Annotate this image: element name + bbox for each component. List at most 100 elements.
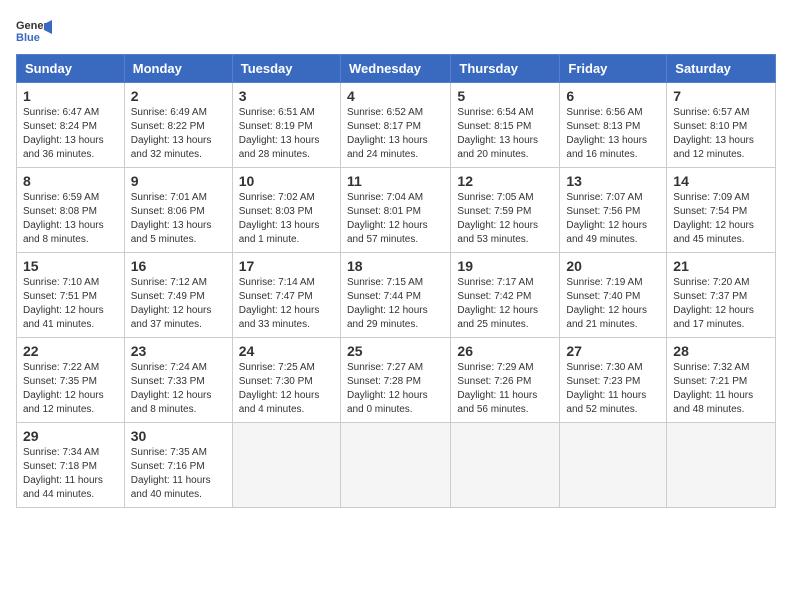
day-number: 15 (23, 258, 118, 274)
day-number: 5 (457, 88, 553, 104)
day-cell: 3Sunrise: 6:51 AM Sunset: 8:19 PM Daylig… (232, 83, 340, 168)
day-number: 28 (673, 343, 769, 359)
day-cell: 1 Sunrise: 6:47 AM Sunset: 8:24 PM Daylig… (17, 83, 125, 168)
day-number: 6 (566, 88, 660, 104)
day-info: Sunrise: 7:14 AM Sunset: 7:47 PM Dayligh… (239, 276, 334, 332)
logo: General Blue (16, 16, 52, 44)
day-cell: 22 Sunrise: 7:22 AM Sunset: 7:35 PM Dayli… (17, 338, 125, 423)
day-cell: 27 Sunrise: 7:30 AM Sunset: 7:23 PM Dayli… (560, 338, 667, 423)
day-info: Sunrise: 7:19 AM Sunset: 7:40 PM Dayligh… (566, 276, 660, 332)
day-info: Sunrise: 7:20 AM Sunset: 7:37 PM Dayligh… (673, 276, 769, 332)
day-info: Sunrise: 6:56 AM Sunset: 8:13 PM Dayligh… (566, 106, 660, 162)
day-cell: 16 Sunrise: 7:12 AM Sunset: 7:49 PM Dayli… (124, 253, 232, 338)
day-cell: 10Sunrise: 7:02 AM Sunset: 8:03 PM Dayli… (232, 168, 340, 253)
col-header-tuesday: Tuesday (232, 55, 340, 83)
day-cell: 24 Sunrise: 7:25 AM Sunset: 7:30 PM Dayli… (232, 338, 340, 423)
day-cell (451, 423, 560, 508)
day-cell: 12 Sunrise: 7:05 AM Sunset: 7:59 PM Dayli… (451, 168, 560, 253)
day-cell: 17 Sunrise: 7:14 AM Sunset: 7:47 PM Dayli… (232, 253, 340, 338)
week-row-1: 1 Sunrise: 6:47 AM Sunset: 8:24 PM Daylig… (17, 83, 776, 168)
col-header-wednesday: Wednesday (340, 55, 450, 83)
day-info: Sunrise: 6:49 AM Sunset: 8:22 PM Dayligh… (131, 106, 226, 162)
day-info: Sunrise: 7:30 AM Sunset: 7:23 PM Dayligh… (566, 361, 660, 417)
col-header-saturday: Saturday (667, 55, 776, 83)
day-info: Sunrise: 6:59 AM Sunset: 8:08 PM Dayligh… (23, 191, 118, 247)
col-header-friday: Friday (560, 55, 667, 83)
day-info: Sunrise: 6:57 AM Sunset: 8:10 PM Dayligh… (673, 106, 769, 162)
day-number: 3 (239, 88, 334, 104)
day-number: 22 (23, 343, 118, 359)
day-info: Sunrise: 7:02 AM Sunset: 8:03 PM Dayligh… (239, 191, 334, 247)
day-info: Sunrise: 7:35 AM Sunset: 7:16 PM Dayligh… (131, 446, 226, 502)
day-info: Sunrise: 7:15 AM Sunset: 7:44 PM Dayligh… (347, 276, 444, 332)
day-number: 11 (347, 173, 444, 189)
day-info: Sunrise: 7:04 AM Sunset: 8:01 PM Dayligh… (347, 191, 444, 247)
day-number: 19 (457, 258, 553, 274)
day-number: 14 (673, 173, 769, 189)
week-row-3: 15 Sunrise: 7:10 AM Sunset: 7:51 PM Dayli… (17, 253, 776, 338)
calendar-table: SundayMondayTuesdayWednesdayThursdayFrid… (16, 54, 776, 508)
day-cell: 2 Sunrise: 6:49 AM Sunset: 8:22 PM Daylig… (124, 83, 232, 168)
day-number: 8 (23, 173, 118, 189)
day-number: 18 (347, 258, 444, 274)
day-cell: 25 Sunrise: 7:27 AM Sunset: 7:28 PM Dayli… (340, 338, 450, 423)
day-cell: 30 Sunrise: 7:35 AM Sunset: 7:16 PM Dayli… (124, 423, 232, 508)
day-number: 17 (239, 258, 334, 274)
day-info: Sunrise: 7:07 AM Sunset: 7:56 PM Dayligh… (566, 191, 660, 247)
day-number: 25 (347, 343, 444, 359)
day-cell: 4 Sunrise: 6:52 AM Sunset: 8:17 PM Daylig… (340, 83, 450, 168)
day-number: 9 (131, 173, 226, 189)
day-number: 13 (566, 173, 660, 189)
day-info: Sunrise: 7:10 AM Sunset: 7:51 PM Dayligh… (23, 276, 118, 332)
day-cell: 5 Sunrise: 6:54 AM Sunset: 8:15 PM Daylig… (451, 83, 560, 168)
day-number: 12 (457, 173, 553, 189)
day-info: Sunrise: 7:24 AM Sunset: 7:33 PM Dayligh… (131, 361, 226, 417)
day-info: Sunrise: 7:25 AM Sunset: 7:30 PM Dayligh… (239, 361, 334, 417)
day-cell (340, 423, 450, 508)
logo-icon: General Blue (16, 16, 52, 44)
day-cell: 20Sunrise: 7:19 AM Sunset: 7:40 PM Dayli… (560, 253, 667, 338)
day-number: 16 (131, 258, 226, 274)
day-info: Sunrise: 7:12 AM Sunset: 7:49 PM Dayligh… (131, 276, 226, 332)
day-cell: 9 Sunrise: 7:01 AM Sunset: 8:06 PM Daylig… (124, 168, 232, 253)
day-cell (667, 423, 776, 508)
day-info: Sunrise: 7:29 AM Sunset: 7:26 PM Dayligh… (457, 361, 553, 417)
day-cell: 14 Sunrise: 7:09 AM Sunset: 7:54 PM Dayli… (667, 168, 776, 253)
day-info: Sunrise: 7:22 AM Sunset: 7:35 PM Dayligh… (23, 361, 118, 417)
day-number: 27 (566, 343, 660, 359)
calendar-header-row: SundayMondayTuesdayWednesdayThursdayFrid… (17, 55, 776, 83)
day-cell: 6 Sunrise: 6:56 AM Sunset: 8:13 PM Daylig… (560, 83, 667, 168)
day-info: Sunrise: 6:54 AM Sunset: 8:15 PM Dayligh… (457, 106, 553, 162)
day-number: 30 (131, 428, 226, 444)
day-number: 4 (347, 88, 444, 104)
day-number: 23 (131, 343, 226, 359)
day-info: Sunrise: 7:01 AM Sunset: 8:06 PM Dayligh… (131, 191, 226, 247)
day-number: 1 (23, 88, 118, 104)
day-cell: 29 Sunrise: 7:34 AM Sunset: 7:18 PM Dayli… (17, 423, 125, 508)
day-cell (232, 423, 340, 508)
day-cell: 23 Sunrise: 7:24 AM Sunset: 7:33 PM Dayli… (124, 338, 232, 423)
day-number: 24 (239, 343, 334, 359)
day-info: Sunrise: 6:52 AM Sunset: 8:17 PM Dayligh… (347, 106, 444, 162)
day-info: Sunrise: 7:27 AM Sunset: 7:28 PM Dayligh… (347, 361, 444, 417)
day-number: 21 (673, 258, 769, 274)
day-cell: 11 Sunrise: 7:04 AM Sunset: 8:01 PM Dayli… (340, 168, 450, 253)
day-info: Sunrise: 7:34 AM Sunset: 7:18 PM Dayligh… (23, 446, 118, 502)
day-cell: 15 Sunrise: 7:10 AM Sunset: 7:51 PM Dayli… (17, 253, 125, 338)
day-cell: 28Sunrise: 7:32 AM Sunset: 7:21 PM Dayli… (667, 338, 776, 423)
day-cell: 21 Sunrise: 7:20 AM Sunset: 7:37 PM Dayli… (667, 253, 776, 338)
day-number: 2 (131, 88, 226, 104)
day-number: 29 (23, 428, 118, 444)
day-cell (560, 423, 667, 508)
day-info: Sunrise: 7:05 AM Sunset: 7:59 PM Dayligh… (457, 191, 553, 247)
day-info: Sunrise: 7:17 AM Sunset: 7:42 PM Dayligh… (457, 276, 553, 332)
week-row-2: 8 Sunrise: 6:59 AM Sunset: 8:08 PM Daylig… (17, 168, 776, 253)
day-cell: 26Sunrise: 7:29 AM Sunset: 7:26 PM Dayli… (451, 338, 560, 423)
day-cell: 8 Sunrise: 6:59 AM Sunset: 8:08 PM Daylig… (17, 168, 125, 253)
col-header-thursday: Thursday (451, 55, 560, 83)
day-cell: 13 Sunrise: 7:07 AM Sunset: 7:56 PM Dayli… (560, 168, 667, 253)
day-info: Sunrise: 6:47 AM Sunset: 8:24 PM Dayligh… (23, 106, 118, 162)
day-info: Sunrise: 7:09 AM Sunset: 7:54 PM Dayligh… (673, 191, 769, 247)
day-cell: 19 Sunrise: 7:17 AM Sunset: 7:42 PM Dayli… (451, 253, 560, 338)
week-row-4: 22 Sunrise: 7:22 AM Sunset: 7:35 PM Dayli… (17, 338, 776, 423)
